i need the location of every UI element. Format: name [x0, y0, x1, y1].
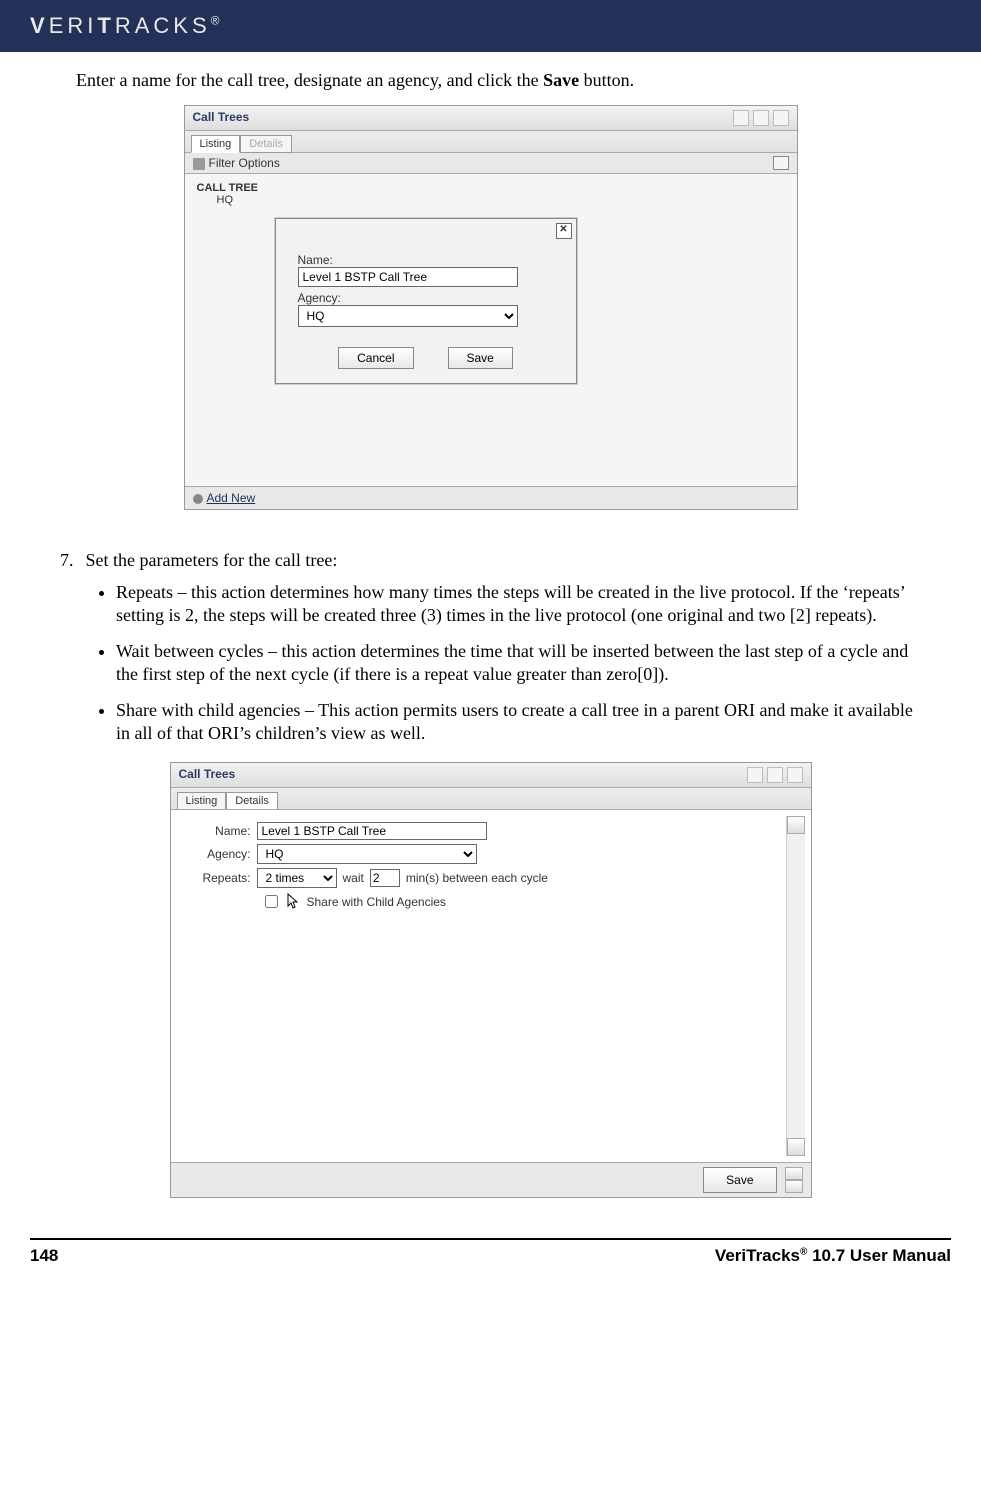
close-icon[interactable]: [773, 110, 789, 126]
manual-title: VeriTracks® 10.7 User Manual: [715, 1246, 951, 1266]
step-text: Set the parameters for the call tree:: [86, 550, 338, 571]
name-input-2[interactable]: [257, 822, 487, 840]
bullet-repeats: Repeats – this action determines how man…: [116, 581, 921, 626]
footer-scroll[interactable]: [785, 1167, 803, 1193]
share-checkbox[interactable]: [265, 895, 278, 908]
agency-label: Agency:: [298, 291, 554, 305]
wait-label: wait: [343, 871, 364, 885]
scroll-up-icon[interactable]: [785, 1167, 803, 1180]
panel-title: Call Trees: [193, 110, 250, 126]
tab-details[interactable]: Details: [240, 135, 292, 153]
filter-icon: [193, 158, 205, 170]
add-new-link[interactable]: Add New: [207, 491, 256, 505]
intro-prefix: Enter a name for the call tree, designat…: [76, 70, 543, 90]
tree-item-hq[interactable]: HQ: [217, 194, 785, 206]
header-bar: VERITRACKS®: [0, 0, 981, 52]
panel-body: CALL TREE HQ ✕ Name: Agency: HQ Cancel S…: [185, 174, 797, 486]
maximize-icon[interactable]: [753, 110, 769, 126]
intro-bold: Save: [543, 70, 579, 90]
repeats-select[interactable]: 2 times: [257, 868, 337, 888]
wait-suffix: min(s) between each cycle: [406, 871, 548, 885]
share-label: Share with Child Agencies: [307, 895, 446, 909]
add-icon: [193, 494, 203, 504]
name-input[interactable]: [298, 267, 518, 287]
tab-strip: Listing Details: [185, 131, 797, 152]
tab-listing-2[interactable]: Listing: [177, 792, 227, 810]
cursor-icon: [287, 893, 301, 911]
step-7: 7. Set the parameters for the call tree:: [60, 550, 921, 571]
maximize-icon[interactable]: [767, 767, 783, 783]
scroll-down-icon[interactable]: [785, 1180, 803, 1193]
dialog-close-button[interactable]: ✕: [556, 223, 572, 239]
filter-bar: Filter Options: [185, 152, 797, 174]
window-buttons: [733, 110, 789, 126]
window-buttons-2: [747, 767, 803, 783]
vertical-scrollbar[interactable]: [786, 816, 805, 1156]
panel-footer-2: Save: [171, 1162, 811, 1197]
panel-body-2: Name: Agency: HQ Repeats: 2 times wait m…: [171, 809, 811, 1162]
tab-strip-2: Listing Details: [171, 788, 811, 809]
filter-label: Filter Options: [209, 156, 280, 170]
screenshot-call-trees-details: Call Trees Listing Details Name: Agency:…: [170, 762, 812, 1198]
cancel-button[interactable]: Cancel: [338, 347, 413, 369]
brand-logo: VERITRACKS®: [30, 13, 219, 39]
wait-input[interactable]: [370, 869, 400, 887]
agency-select[interactable]: HQ: [298, 305, 518, 327]
minimize-icon[interactable]: [747, 767, 763, 783]
save-button-2[interactable]: Save: [703, 1167, 776, 1193]
bullet-share: Share with child agencies – This action …: [116, 699, 921, 744]
repeats-label: Repeats:: [189, 871, 251, 885]
page-number: 148: [30, 1246, 58, 1266]
close-icon[interactable]: [787, 767, 803, 783]
panel-title-bar-2: Call Trees: [171, 763, 811, 788]
name-label-2: Name:: [189, 824, 251, 838]
panel-title-bar: Call Trees: [185, 106, 797, 131]
agency-label-2: Agency:: [189, 847, 251, 861]
panel-title-2: Call Trees: [179, 767, 236, 783]
page-footer: 148 VeriTracks® 10.7 User Manual: [30, 1238, 951, 1284]
scroll-down-icon[interactable]: [787, 1138, 805, 1156]
scroll-up-icon[interactable]: [787, 816, 805, 834]
minimize-icon[interactable]: [733, 110, 749, 126]
tab-details-2[interactable]: Details: [226, 792, 278, 810]
parameter-bullets: Repeats – this action determines how man…: [60, 581, 921, 744]
name-label: Name:: [298, 253, 554, 267]
tab-listing[interactable]: Listing: [191, 135, 241, 153]
new-call-tree-dialog: ✕ Name: Agency: HQ Cancel Save: [275, 218, 577, 384]
tree-heading: CALL TREE: [197, 182, 785, 194]
expand-filter-button[interactable]: [773, 156, 789, 170]
intro-paragraph: Enter a name for the call tree, designat…: [76, 70, 921, 91]
step-number: 7.: [60, 550, 74, 571]
agency-select-2[interactable]: HQ: [257, 844, 477, 864]
intro-suffix: button.: [579, 70, 634, 90]
screenshot-call-trees-dialog: Call Trees Listing Details Filter Option…: [184, 105, 798, 510]
save-button[interactable]: Save: [448, 347, 513, 369]
add-new-bar: Add New: [185, 486, 797, 509]
bullet-wait: Wait between cycles – this action determ…: [116, 640, 921, 685]
